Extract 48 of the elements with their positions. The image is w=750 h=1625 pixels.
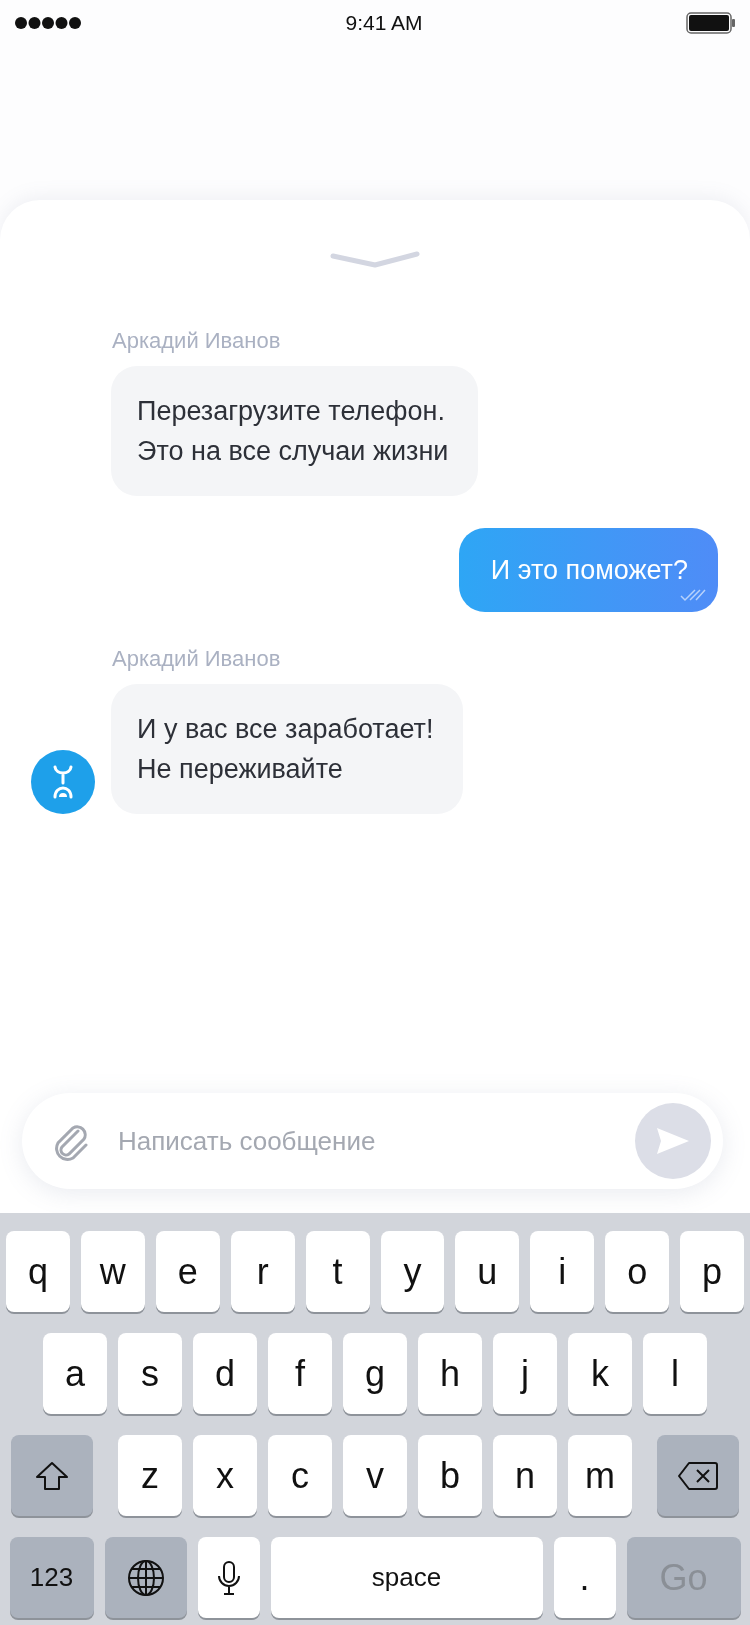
keyboard-key[interactable]: d: [193, 1333, 257, 1414]
sender-name: Аркадий Иванов: [112, 328, 282, 354]
backspace-icon: [677, 1460, 719, 1491]
shift-icon: [35, 1460, 69, 1491]
keyboard-key[interactable]: j: [493, 1333, 557, 1414]
keyboard-key[interactable]: p: [680, 1231, 745, 1312]
keyboard-key[interactable]: y: [380, 1231, 445, 1312]
signal-icon: [14, 15, 82, 30]
backspace-key[interactable]: [657, 1435, 739, 1516]
status-time: 9:41 AM: [345, 10, 423, 35]
keyboard-key[interactable]: g: [343, 1333, 407, 1414]
send-icon: [655, 1126, 691, 1156]
keyboard-key[interactable]: h: [418, 1333, 482, 1414]
keyboard-key[interactable]: z: [118, 1435, 182, 1516]
keyboard-key[interactable]: o: [605, 1231, 670, 1312]
keyboard-key[interactable]: r: [230, 1231, 295, 1312]
period-key[interactable]: .: [553, 1537, 616, 1618]
keyboard-key[interactable]: e: [155, 1231, 220, 1312]
globe-key[interactable]: [104, 1537, 187, 1618]
message-input[interactable]: Написать сообщение: [116, 1124, 609, 1158]
keyboard-key[interactable]: a: [43, 1333, 107, 1414]
microphone-icon: [216, 1559, 241, 1596]
keyboard-key[interactable]: t: [305, 1231, 370, 1312]
keyboard-key[interactable]: b: [418, 1435, 482, 1516]
microphone-key[interactable]: [197, 1537, 260, 1618]
keyboard-key[interactable]: m: [568, 1435, 632, 1516]
battery-icon: [686, 11, 736, 34]
keyboard-key[interactable]: u: [455, 1231, 520, 1312]
keyboard-key[interactable]: v: [343, 1435, 407, 1516]
shift-key[interactable]: [11, 1435, 93, 1516]
space-key[interactable]: space: [270, 1537, 543, 1618]
keyboard-key[interactable]: w: [80, 1231, 145, 1312]
avatar-icon: [52, 765, 74, 799]
message-text: И это поможет?: [490, 555, 688, 585]
keyboard-key[interactable]: n: [493, 1435, 557, 1516]
keyboard-key[interactable]: q: [5, 1231, 70, 1312]
keyboard-key[interactable]: f: [268, 1333, 332, 1414]
keyboard-key[interactable]: x: [193, 1435, 257, 1516]
sender-name: Аркадий Иванов: [112, 646, 282, 672]
keyboard-key[interactable]: c: [268, 1435, 332, 1516]
keyboard-key[interactable]: l: [643, 1333, 707, 1414]
globe-icon: [126, 1558, 165, 1597]
message-text: Перезагрузите телефон. Это на все случаи жизни: [137, 396, 449, 466]
message-text: И у вас все заработает! Не переживайте: [137, 714, 434, 784]
keyboard-key[interactable]: s: [118, 1333, 182, 1414]
keyboard-key[interactable]: i: [530, 1231, 595, 1312]
numbers-key[interactable]: 123: [9, 1537, 94, 1618]
keyboard-key[interactable]: k: [568, 1333, 632, 1414]
